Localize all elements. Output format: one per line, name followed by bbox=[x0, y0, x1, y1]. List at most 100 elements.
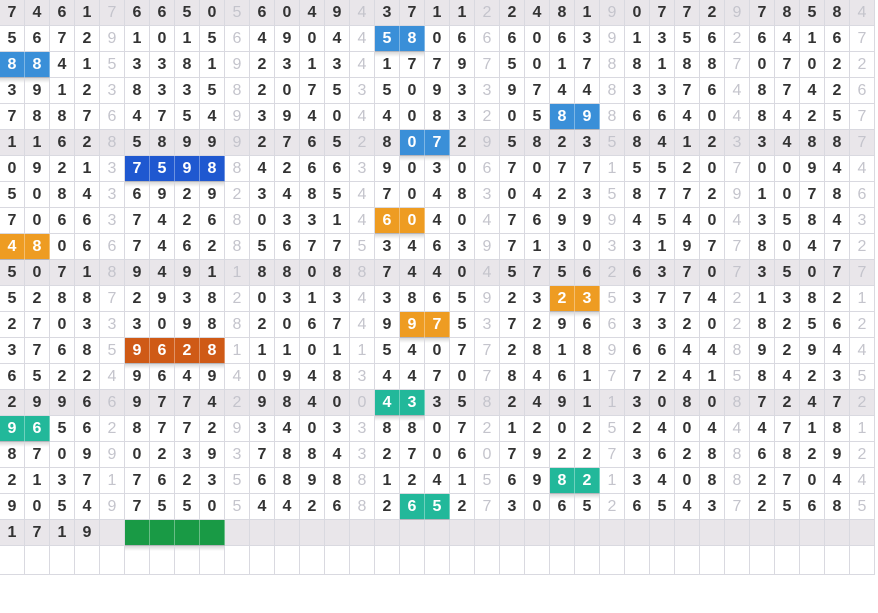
grid-cell[interactable] bbox=[300, 546, 325, 575]
grid-cell[interactable]: 5 bbox=[775, 494, 800, 520]
grid-cell[interactable]: 3 bbox=[475, 312, 500, 338]
grid-cell[interactable]: 0 bbox=[550, 416, 575, 442]
grid-cell[interactable]: 7 bbox=[850, 260, 875, 286]
grid-cell[interactable]: 6 bbox=[100, 104, 125, 130]
grid-cell[interactable]: 3 bbox=[300, 208, 325, 234]
grid-cell[interactable]: 0 bbox=[800, 468, 825, 494]
grid-cell[interactable]: 8 bbox=[50, 104, 75, 130]
grid-cell[interactable]: 2 bbox=[125, 286, 150, 312]
grid-cell[interactable]: 6 bbox=[850, 182, 875, 208]
grid-cell[interactable]: 4 bbox=[775, 26, 800, 52]
grid-cell[interactable]: 0 bbox=[25, 494, 50, 520]
grid-cell[interactable]: 2 bbox=[100, 416, 125, 442]
highlighted-cell[interactable] bbox=[125, 520, 150, 551]
grid-cell[interactable]: 2 bbox=[550, 130, 575, 156]
grid-cell[interactable]: 0 bbox=[25, 260, 50, 286]
grid-cell[interactable]: 4 bbox=[350, 52, 375, 78]
grid-cell[interactable]: 9 bbox=[550, 208, 575, 234]
grid-cell[interactable] bbox=[750, 520, 775, 546]
grid-cell[interactable]: 4 bbox=[725, 208, 750, 234]
grid-cell[interactable]: 7 bbox=[800, 182, 825, 208]
grid-cell[interactable]: 4 bbox=[350, 312, 375, 338]
grid-cell[interactable]: 7 bbox=[850, 104, 875, 130]
grid-cell[interactable] bbox=[100, 520, 125, 546]
grid-cell[interactable]: 6 bbox=[550, 26, 575, 52]
grid-cell[interactable]: 8 bbox=[625, 130, 650, 156]
grid-cell[interactable]: 2 bbox=[550, 182, 575, 208]
grid-cell[interactable]: 1 bbox=[850, 416, 875, 442]
grid-cell[interactable]: 3 bbox=[50, 468, 75, 494]
grid-cell[interactable] bbox=[225, 520, 250, 546]
grid-cell[interactable] bbox=[250, 546, 275, 575]
grid-cell[interactable]: 1 bbox=[600, 156, 625, 182]
grid-cell[interactable]: 7 bbox=[675, 260, 700, 286]
grid-cell[interactable]: 6 bbox=[700, 78, 725, 104]
grid-cell[interactable]: 9 bbox=[425, 78, 450, 104]
grid-cell[interactable]: 1 bbox=[425, 0, 450, 26]
grid-cell[interactable]: 1 bbox=[550, 52, 575, 78]
grid-cell[interactable]: 0 bbox=[525, 494, 550, 520]
grid-cell[interactable]: 7 bbox=[750, 390, 775, 416]
grid-cell[interactable]: 4 bbox=[475, 260, 500, 286]
grid-cell[interactable]: 2 bbox=[650, 364, 675, 390]
grid-cell[interactable]: 9 bbox=[725, 0, 750, 26]
grid-cell[interactable]: 7 bbox=[325, 234, 350, 260]
grid-cell[interactable]: 3 bbox=[650, 312, 675, 338]
grid-cell[interactable]: 5 bbox=[800, 312, 825, 338]
grid-cell[interactable]: 1 bbox=[200, 260, 225, 286]
grid-cell[interactable]: 7 bbox=[25, 312, 50, 338]
grid-cell[interactable]: 2 bbox=[75, 364, 100, 390]
grid-cell[interactable]: 4 bbox=[725, 104, 750, 130]
grid-cell[interactable]: 1 bbox=[75, 52, 100, 78]
grid-cell[interactable]: 1 bbox=[750, 182, 775, 208]
grid-cell[interactable] bbox=[725, 546, 750, 575]
grid-cell[interactable]: 9 bbox=[250, 390, 275, 416]
grid-cell[interactable]: 8 bbox=[175, 52, 200, 78]
grid-cell[interactable]: 2 bbox=[375, 494, 400, 520]
grid-cell[interactable] bbox=[375, 546, 400, 575]
grid-cell[interactable]: 2 bbox=[850, 390, 875, 416]
grid-cell[interactable] bbox=[525, 520, 550, 546]
grid-cell[interactable]: 0 bbox=[525, 156, 550, 182]
grid-cell[interactable]: 8 bbox=[125, 416, 150, 442]
grid-cell[interactable]: 7 bbox=[750, 0, 775, 26]
grid-cell[interactable]: 6 bbox=[550, 494, 575, 520]
grid-cell[interactable]: 2 bbox=[150, 442, 175, 468]
grid-cell[interactable]: 4 bbox=[300, 104, 325, 130]
grid-cell[interactable]: 3 bbox=[625, 312, 650, 338]
highlighted-cell[interactable]: 7 bbox=[425, 312, 450, 343]
grid-cell[interactable]: 0 bbox=[525, 52, 550, 78]
grid-cell[interactable]: 4 bbox=[275, 494, 300, 520]
grid-cell[interactable]: 9 bbox=[150, 182, 175, 208]
grid-cell[interactable] bbox=[500, 520, 525, 546]
grid-cell[interactable]: 7 bbox=[125, 494, 150, 520]
grid-cell[interactable]: 4 bbox=[75, 494, 100, 520]
grid-cell[interactable]: 3 bbox=[550, 234, 575, 260]
grid-cell[interactable]: 1 bbox=[800, 416, 825, 442]
grid-cell[interactable]: 9 bbox=[750, 338, 775, 364]
grid-cell[interactable]: 4 bbox=[625, 208, 650, 234]
grid-cell[interactable] bbox=[750, 546, 775, 575]
grid-cell[interactable]: 0 bbox=[800, 260, 825, 286]
grid-cell[interactable]: 2 bbox=[675, 442, 700, 468]
grid-cell[interactable]: 8 bbox=[750, 78, 775, 104]
highlighted-cell[interactable]: 9 bbox=[125, 338, 150, 369]
grid-cell[interactable]: 3 bbox=[700, 494, 725, 520]
grid-cell[interactable]: 6 bbox=[150, 468, 175, 494]
grid-cell[interactable]: 7 bbox=[675, 78, 700, 104]
grid-cell[interactable]: 7 bbox=[275, 130, 300, 156]
grid-cell[interactable]: 8 bbox=[400, 416, 425, 442]
grid-cell[interactable]: 7 bbox=[75, 104, 100, 130]
grid-cell[interactable]: 5 bbox=[225, 0, 250, 26]
grid-cell[interactable]: 2 bbox=[675, 312, 700, 338]
highlighted-cell[interactable]: 3 bbox=[575, 286, 600, 317]
grid-cell[interactable]: 5 bbox=[0, 182, 25, 208]
grid-cell[interactable]: 7 bbox=[675, 0, 700, 26]
grid-cell[interactable]: 7 bbox=[475, 364, 500, 390]
grid-cell[interactable]: 1 bbox=[525, 234, 550, 260]
grid-cell[interactable]: 2 bbox=[300, 494, 325, 520]
highlighted-cell[interactable]: 8 bbox=[25, 52, 50, 83]
grid-cell[interactable]: 0 bbox=[700, 156, 725, 182]
grid-cell[interactable]: 0 bbox=[300, 26, 325, 52]
grid-cell[interactable]: 2 bbox=[725, 286, 750, 312]
